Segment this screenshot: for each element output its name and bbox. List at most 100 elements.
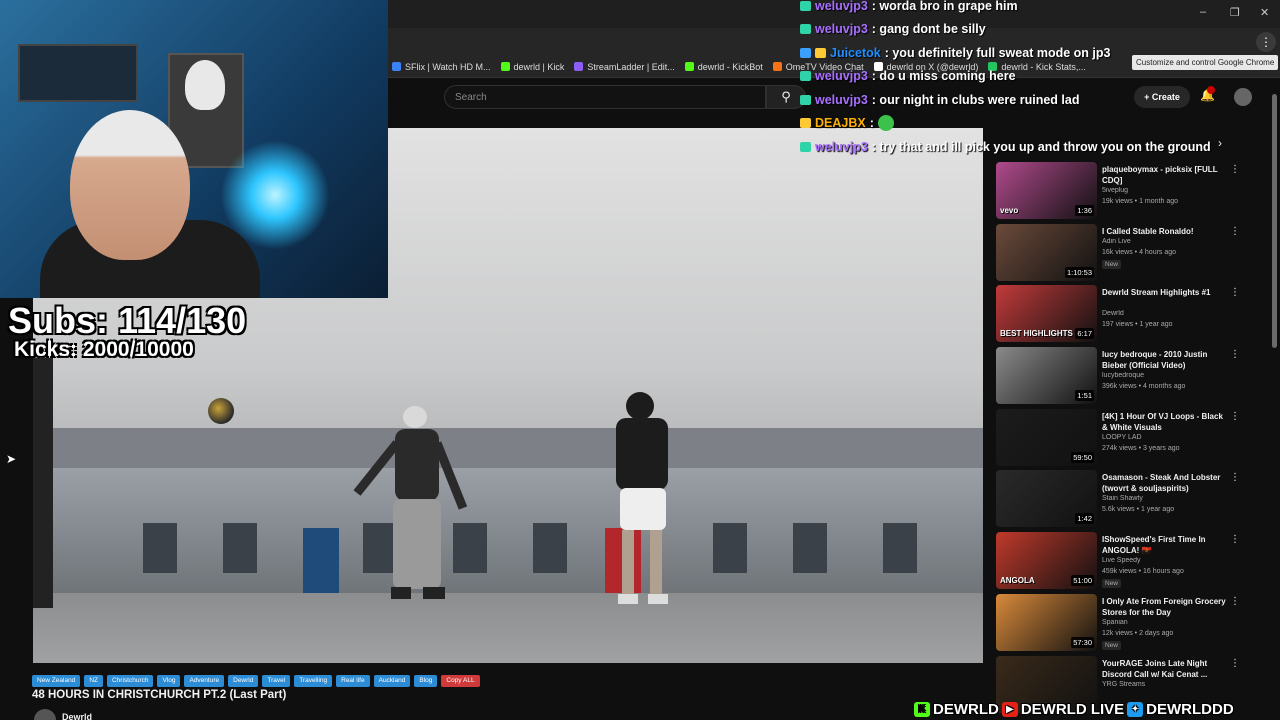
video-tag[interactable]: Dewrld <box>228 675 259 687</box>
recommended-video[interactable]: 1:10:53 I Called Stable Ronaldo! Adin Live… <box>996 223 1250 286</box>
chat-username: weluvjp3 <box>815 69 868 84</box>
recommended-video-meta: 19k views • 1 month ago <box>1102 198 1178 205</box>
chat-badge-icon <box>800 47 811 58</box>
more-options-icon[interactable]: ⋮ <box>1230 226 1240 237</box>
recommended-video-title[interactable]: Dewrld Stream Highlights #1 <box>1102 287 1226 298</box>
recommended-video-channel[interactable]: YRG Streams <box>1102 681 1226 688</box>
chat-badge-icon <box>800 94 811 105</box>
recommended-video[interactable]: ANGOLA 51:00 IShowSpeed's First Time In AN… <box>996 532 1250 594</box>
recommended-video-title[interactable]: [4K] 1 Hour Of VJ Loops - Black & White … <box>1102 411 1226 433</box>
video-blue-door <box>303 528 339 596</box>
video-window <box>223 523 257 573</box>
video-duration: 59:50 <box>1071 451 1094 463</box>
chat-message: weluvjp3: do u miss coming here <box>800 65 1230 89</box>
video-tag[interactable]: Adventure <box>184 675 225 687</box>
video-tag[interactable]: Real life <box>336 675 370 687</box>
recommended-video-title[interactable]: I Only Ate From Foreign Grocery Stores f… <box>1102 596 1226 618</box>
recommended-video-title[interactable]: Osamason - Steak And Lobster (twovrt & s… <box>1102 472 1226 494</box>
video-thumbnail[interactable]: 59:50 <box>996 408 1097 466</box>
video-tag[interactable]: Travelling <box>294 675 333 687</box>
video-tag[interactable]: NZ <box>84 675 103 687</box>
kicks-goal: Kicks: 2000/10000 <box>14 338 194 361</box>
chat-text: : our night in clubs were ruined lad <box>871 92 1080 107</box>
thumbnail-badge: ANGOLA <box>1000 576 1035 586</box>
more-options-icon[interactable]: ⋮ <box>1230 658 1240 669</box>
bookmark-item[interactable]: StreamLadder | Edit... <box>574 62 675 72</box>
video-duration: 1:36 <box>1075 205 1094 216</box>
chrome-menu-button[interactable]: ⋮ <box>1256 32 1276 52</box>
video-thumbnail[interactable]: 1:42 <box>996 470 1097 528</box>
page-scrollbar[interactable] <box>1272 94 1277 348</box>
more-options-icon[interactable]: ⋮ <box>1230 164 1240 175</box>
chat-badge-icon <box>800 71 811 82</box>
channel-avatar[interactable] <box>34 709 56 720</box>
more-options-icon[interactable]: ⋮ <box>1230 411 1240 422</box>
more-options-icon[interactable]: ⋮ <box>1230 287 1240 298</box>
chat-text: : do u miss coming here <box>871 69 1016 84</box>
video-tag[interactable]: Blog <box>414 675 438 687</box>
more-options-icon[interactable]: ⋮ <box>1230 534 1240 545</box>
bookmark-item[interactable]: SFlix | Watch HD M... <box>392 62 491 72</box>
maximize-button[interactable]: ❐ <box>1230 6 1240 19</box>
recommended-video[interactable]: BEST HIGHLIGHTS 6:17 Dewrld Stream Highlig… <box>996 285 1250 347</box>
video-thumbnail[interactable]: BEST HIGHLIGHTS 6:17 <box>996 285 1097 343</box>
close-window-button[interactable]: ✕ <box>1260 6 1269 19</box>
chat-username: weluvjp3 <box>815 92 868 107</box>
recommended-video-channel[interactable]: Spanian <box>1102 619 1226 626</box>
recommended-video-title[interactable]: lucy bedroque - 2010 Justin Bieber (Offi… <box>1102 349 1226 371</box>
recommended-video-title[interactable]: I Called Stable Ronaldo! <box>1102 226 1226 237</box>
chat-text: : <box>869 116 874 131</box>
video-building-roof <box>33 428 983 468</box>
video-tag[interactable]: Christchurch <box>106 675 154 687</box>
search-input[interactable]: Search <box>444 85 766 109</box>
chat-text: : gang dont be silly <box>871 22 986 37</box>
account-avatar[interactable] <box>1234 88 1252 106</box>
video-tag[interactable]: Vlog <box>157 675 181 687</box>
video-thumbnail[interactable]: 1:51 <box>996 347 1097 405</box>
video-thumbnail[interactable]: 1:10:53 <box>996 223 1097 281</box>
chat-username: weluvjp3 <box>815 0 868 13</box>
recommended-video-title[interactable]: plaqueboymax - picksix [FULL CDQ] <box>1102 164 1226 186</box>
chat-username: DEAJBX <box>815 116 866 131</box>
video-window <box>143 523 177 573</box>
bookmark-item[interactable]: dewrld - KickBot <box>684 61 763 72</box>
bookmark-icon <box>684 62 694 71</box>
more-options-icon[interactable]: ⋮ <box>1230 596 1240 607</box>
recommended-video[interactable]: 1:51 lucy bedroque - 2010 Justin Bieber (… <box>996 347 1250 409</box>
recommended-video-channel[interactable]: Stain Shawty <box>1102 495 1226 502</box>
recommended-video[interactable]: 57:30 I Only Ate From Foreign Grocery Sto… <box>996 593 1250 656</box>
bookmark-label: dewrld - KickBot <box>697 61 763 72</box>
emote-icon <box>877 115 894 132</box>
recommended-video-meta: 459k views • 16 hours ago <box>1102 568 1184 576</box>
chat-message: DEAJBX: <box>800 112 1230 136</box>
recommended-video-channel[interactable]: Adin Live <box>1102 238 1226 245</box>
video-thumbnail[interactable]: vevo 1:36 <box>996 162 1097 219</box>
recommended-video-title[interactable]: IShowSpeed's First Time In ANGOLA! 🇦🇴 <box>1102 534 1226 556</box>
recommendations-list: vevo 1:36 plaqueboymax - picksix [FULL CDQ… <box>996 162 1250 717</box>
channel-name[interactable]: Dewrld <box>62 712 92 720</box>
recommended-video[interactable]: 59:50 [4K] 1 Hour Of VJ Loops - Black & W… <box>996 408 1250 471</box>
recommended-video-channel[interactable]: lucybedroque <box>1102 372 1226 379</box>
recommended-video-title[interactable]: YourRAGE Joins Late Night Discord Call w… <box>1102 658 1226 680</box>
recommended-video-meta: 396k views • 4 months ago <box>1102 383 1186 391</box>
video-thumbnail[interactable]: 57:30 <box>996 593 1097 651</box>
wall-picture-city <box>18 44 138 102</box>
video-tag[interactable]: Travel <box>262 675 291 687</box>
chips-next-arrow-icon[interactable]: › <box>1218 136 1222 150</box>
recommended-video-channel[interactable]: Live Speedy <box>1102 557 1226 564</box>
more-options-icon[interactable]: ⋮ <box>1230 349 1240 360</box>
recommended-video-channel[interactable]: 5iveplug <box>1102 187 1226 194</box>
recommended-video[interactable]: vevo 1:36 plaqueboymax - picksix [FULL CDQ… <box>996 162 1250 224</box>
chat-message: weluvjp3: our night in clubs were ruined… <box>800 88 1230 112</box>
more-options-icon[interactable]: ⋮ <box>1230 472 1240 483</box>
video-thumbnail[interactable]: ANGOLA 51:00 <box>996 532 1097 590</box>
recommended-video-channel[interactable]: Dewrld <box>1102 310 1226 317</box>
recommended-video-channel[interactable]: LOOPY LAD <box>1102 434 1226 441</box>
recommended-video[interactable]: 1:42 Osamason - Steak And Lobster (twovrt… <box>996 470 1250 532</box>
bookmark-item[interactable]: dewrld | Kick <box>500 62 564 72</box>
thumbnail-badge: vevo <box>1000 206 1019 215</box>
chat-text: : worda bro in grape him <box>871 0 1018 13</box>
video-tag[interactable]: Auckland <box>373 675 411 687</box>
copy-all-tags-button[interactable]: Copy ALL <box>441 675 480 687</box>
video-tag[interactable]: New Zealand <box>32 675 81 687</box>
